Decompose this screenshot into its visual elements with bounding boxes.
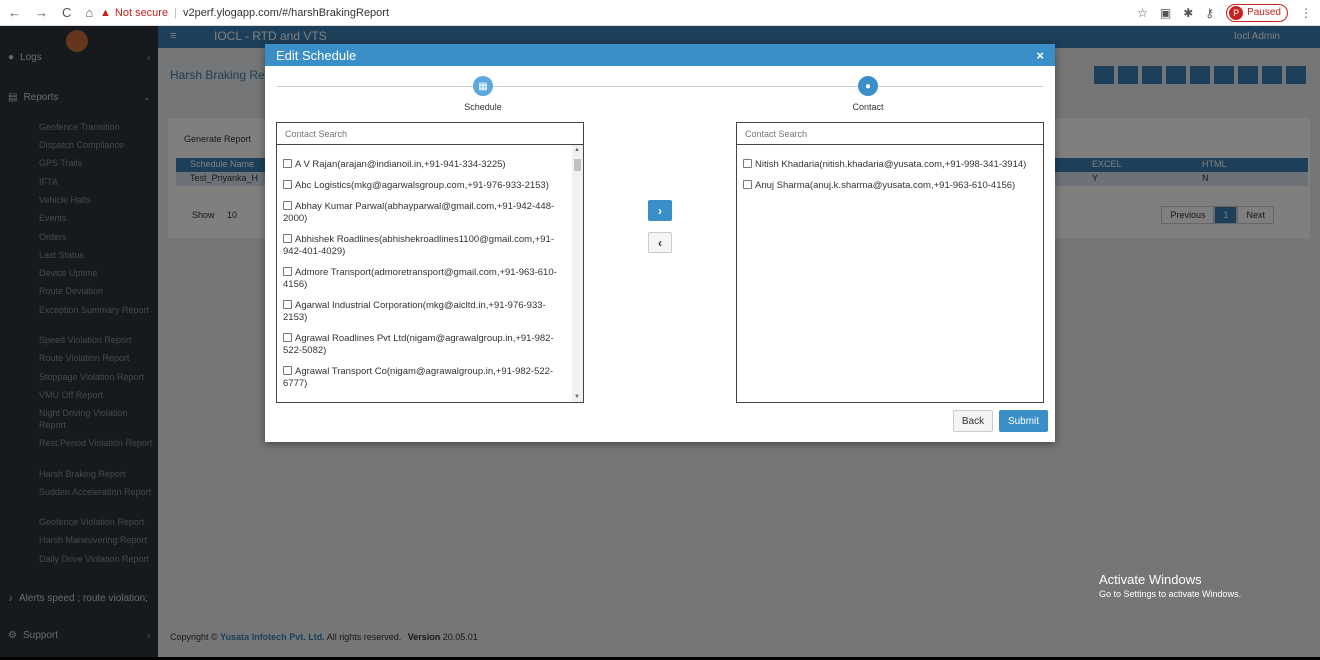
contact-label: Abhishek Roadlines(abhishekroadlines1100… — [283, 234, 554, 257]
step-schedule-label: Schedule — [464, 102, 502, 112]
move-right-button[interactable]: › — [648, 200, 672, 221]
modal-header: Edit Schedule × — [265, 44, 1055, 66]
warning-icon: ▲ — [100, 6, 111, 19]
windows-activation-watermark: Activate Windows Go to Settings to activ… — [1099, 572, 1241, 599]
step-schedule[interactable]: ▦ Schedule — [423, 76, 543, 112]
forward-arrow-icon[interactable]: → — [35, 5, 48, 20]
close-icon[interactable]: × — [1036, 48, 1044, 63]
list-item[interactable]: Agrawal Roadlines Pvt Ltd(nigam@agrawalg… — [283, 333, 567, 357]
contact-label: Agrawal Transport Co(nigam@agrawalgroup.… — [283, 366, 554, 389]
watermark-title: Activate Windows — [1099, 572, 1202, 587]
list-item[interactable]: Anuj Sharma(anuj.k.sharma@yusata.com,+91… — [743, 180, 1027, 192]
list-item[interactable]: Abhishek Roadlines(abhishekroadlines1100… — [283, 234, 567, 258]
back-arrow-icon[interactable]: ← — [8, 5, 21, 20]
checkbox[interactable] — [283, 180, 292, 189]
address-bar[interactable]: v2perf.ylogapp.com/#/harshBrakingReport — [183, 7, 389, 19]
contact-label: Abhay Kumar Parwal(abhayparwal@gmail.com… — [283, 201, 555, 224]
move-left-button[interactable]: ‹ — [648, 232, 672, 253]
browser-menu-icon[interactable]: ⋮ — [1300, 6, 1312, 20]
checkbox[interactable] — [743, 180, 752, 189]
extension-icon[interactable]: ▣ — [1160, 6, 1171, 20]
scroll-up-icon[interactable]: ▲ — [574, 147, 580, 153]
list-item[interactable]: Abhay Kumar Parwal(abhayparwal@gmail.com… — [283, 201, 567, 225]
list-item[interactable]: Agarwal Industrial Corporation(mkg@aiclt… — [283, 300, 567, 324]
selected-contacts-list: Nitish Khadaria(nitish.khadaria@yusata.c… — [736, 122, 1044, 403]
contact-label: Nitish Khadaria(nitish.khadaria@yusata.c… — [755, 159, 1027, 170]
step-contact-label: Contact — [852, 102, 884, 112]
url-separator: | — [174, 6, 177, 19]
list-item[interactable]: Admore Transport(admoretransport@gmail.c… — [283, 267, 567, 291]
checkbox[interactable] — [283, 300, 292, 309]
contact-label: Anuj Sharma(anuj.k.sharma@yusata.com,+91… — [755, 180, 1016, 191]
chevron-right-icon: › — [658, 203, 662, 218]
list-item[interactable]: A V Rajan(arajan@indianoil.in,+91-941-33… — [283, 159, 567, 171]
browser-actions: ☆ ▣ ✱ ⚷ P Paused ⋮ — [1137, 3, 1312, 22]
left-items: A V Rajan(arajan@indianoil.in,+91-941-33… — [277, 145, 583, 390]
scroll-thumb[interactable] — [574, 159, 581, 171]
checkbox[interactable] — [283, 267, 292, 276]
watermark-subtitle: Go to Settings to activate Windows. — [1099, 589, 1242, 599]
contact-search-input[interactable] — [745, 128, 1043, 139]
reload-icon[interactable]: C — [62, 5, 71, 20]
contact-icon: ● — [858, 76, 878, 96]
puzzle-icon[interactable]: ✱ — [1183, 6, 1193, 20]
right-search-box — [737, 123, 1043, 145]
back-button[interactable]: Back — [953, 410, 993, 432]
list-item[interactable]: Agrawal Transport Co(nigam@agrawalgroup.… — [283, 366, 567, 390]
checkbox[interactable] — [283, 366, 292, 375]
scroll-down-icon[interactable]: ▼ — [574, 394, 580, 400]
profile-avatar: P — [1229, 5, 1244, 20]
contact-search-input[interactable] — [285, 128, 583, 139]
contact-label: Agarwal Industrial Corporation(mkg@aiclt… — [283, 300, 546, 323]
chevron-left-icon: ‹ — [658, 235, 662, 250]
wizard-steps: ▦ Schedule ● Contact — [265, 66, 1055, 114]
modal-title: Edit Schedule — [276, 47, 357, 63]
right-items: Nitish Khadaria(nitish.khadaria@yusata.c… — [737, 145, 1043, 192]
list-item[interactable]: Abc Logistics(mkg@agarwalsgroup.com,+91-… — [283, 180, 567, 192]
list-item[interactable]: Nitish Khadaria(nitish.khadaria@yusata.c… — [743, 159, 1027, 171]
submit-button[interactable]: Submit — [999, 410, 1048, 432]
list-scrollbar[interactable]: ▲ ▼ — [572, 145, 583, 402]
left-search-box — [277, 123, 583, 145]
bookmark-star-icon[interactable]: ☆ — [1137, 6, 1148, 20]
checkbox[interactable] — [743, 159, 752, 168]
profile-paused-button[interactable]: P Paused — [1226, 3, 1288, 22]
browser-toolbar: ← → C ⌂ ▲ Not secure | v2perf.ylogapp.co… — [0, 0, 1320, 26]
step-contact[interactable]: ● Contact — [808, 76, 928, 112]
checkbox[interactable] — [283, 234, 292, 243]
key-icon[interactable]: ⚷ — [1205, 6, 1214, 20]
checkbox[interactable] — [283, 201, 292, 210]
wizard-line — [277, 86, 1043, 87]
contact-label: Agrawal Roadlines Pvt Ltd(nigam@agrawalg… — [283, 333, 554, 356]
contact-label: A V Rajan(arajan@indianoil.in,+91-941-33… — [295, 159, 506, 170]
contact-label: Admore Transport(admoretransport@gmail.c… — [283, 267, 557, 290]
checkbox[interactable] — [283, 333, 292, 342]
home-icon[interactable]: ⌂ — [85, 5, 93, 20]
browser-nav: ← → C ⌂ — [8, 5, 96, 20]
edit-schedule-modal: Edit Schedule × ▦ Schedule ● Contact A V… — [265, 44, 1055, 442]
checkbox[interactable] — [283, 159, 292, 168]
contact-label: Abc Logistics(mkg@agarwalsgroup.com,+91-… — [295, 180, 549, 191]
available-contacts-list: A V Rajan(arajan@indianoil.in,+91-941-33… — [276, 122, 584, 403]
calendar-icon: ▦ — [473, 76, 493, 96]
paused-label: Paused — [1247, 7, 1281, 18]
not-secure-label[interactable]: Not secure — [115, 7, 168, 19]
